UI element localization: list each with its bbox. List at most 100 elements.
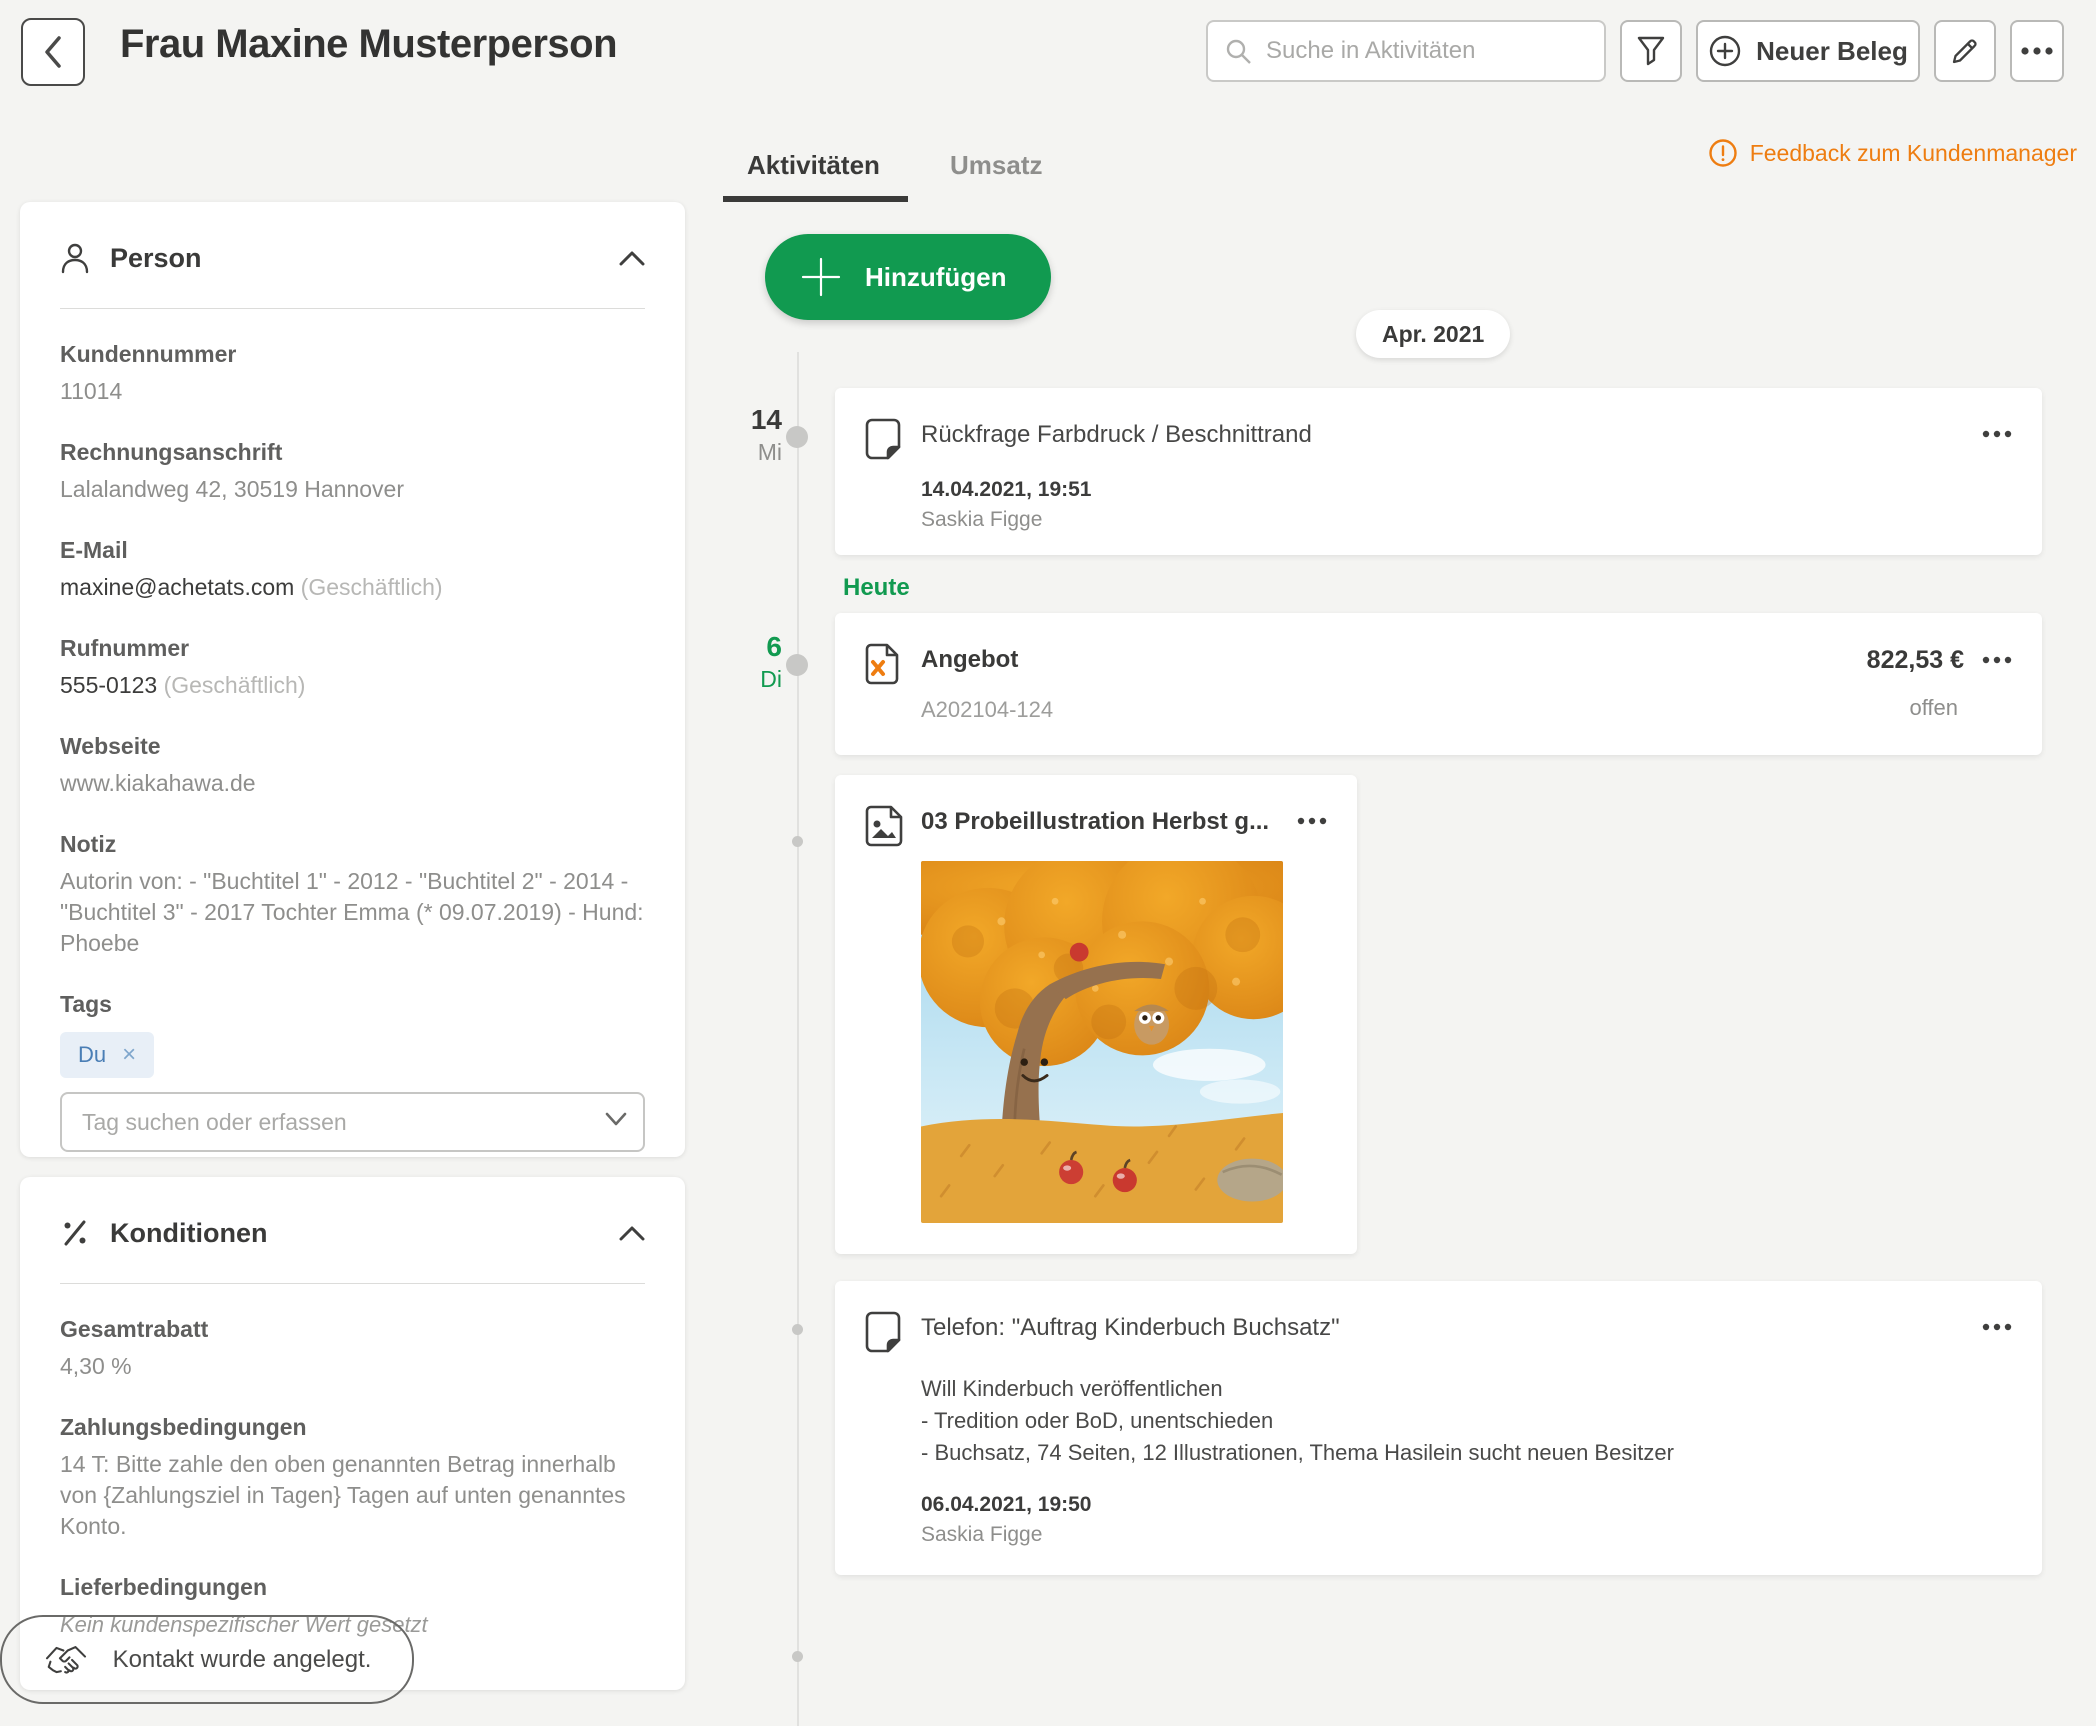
tag-chip-label: Du — [78, 1042, 106, 1068]
card-more-button[interactable] — [1982, 1309, 2012, 1331]
offer-status: offen — [1909, 695, 1958, 721]
chevron-down-icon[interactable] — [605, 1112, 627, 1126]
activity-card-offer[interactable]: Angebot A202104-124 822,53 € offen — [835, 613, 2042, 755]
offer-number: A202104-124 — [921, 697, 1851, 723]
field-value: 4,30 % — [60, 1351, 645, 1382]
activity-card-phone-note[interactable]: Telefon: "Auftrag Kinderbuch Buchsatz" W… — [835, 1281, 2042, 1575]
chevron-left-icon — [42, 35, 64, 69]
note-line: - Buchsatz, 74 Seiten, 12 Illustrationen… — [921, 1437, 2012, 1469]
field-value: 14 T: Bitte zahle den oben genannten Bet… — [60, 1449, 645, 1542]
offer-document-icon — [865, 641, 905, 727]
filter-button[interactable] — [1620, 20, 1682, 82]
timeline-dot — [786, 426, 808, 448]
person-card-header: Person — [20, 230, 685, 286]
timeline-line — [797, 352, 799, 1726]
field-label: Webseite — [60, 733, 645, 760]
activity-author: Saskia Figge — [921, 1523, 2012, 1547]
feedback-label: Feedback zum Kundenmanager — [1750, 140, 2077, 167]
illustration-thumbnail[interactable] — [921, 861, 1283, 1223]
pencil-icon — [1950, 36, 1980, 66]
more-options-icon — [2020, 46, 2054, 56]
person-icon — [60, 242, 90, 274]
person-card: Person Kundennummer 11014 Rechnungsansch… — [20, 202, 685, 1157]
page-title: Frau Maxine Musterperson — [120, 22, 617, 67]
activity-title: Telefon: "Auftrag Kinderbuch Buchsatz" — [921, 1309, 1340, 1347]
field-label: Rechnungsanschrift — [60, 439, 645, 466]
divider — [60, 1283, 645, 1284]
phone-type: (Geschäftlich) — [164, 672, 306, 698]
search-input[interactable] — [1264, 36, 1588, 66]
edit-button[interactable] — [1934, 20, 1996, 82]
field-label: E-Mail — [60, 537, 645, 564]
field-label: Rufnummer — [60, 635, 645, 662]
note-value: Autorin von: - "Buchtitel 1" - 2012 - "B… — [60, 866, 645, 959]
timeline-weekday: Di — [688, 664, 782, 694]
timeline-dot — [792, 836, 803, 847]
card-more-button[interactable] — [1982, 416, 2012, 438]
new-receipt-label: Neuer Beleg — [1756, 36, 1908, 67]
month-badge: Apr. 2021 — [1356, 310, 1510, 358]
note-field: Notiz Autorin von: - "Buchtitel 1" - 201… — [60, 831, 645, 959]
tab-revenue[interactable]: Umsatz — [950, 150, 1042, 181]
collapse-person-chevron-up-icon[interactable] — [619, 250, 645, 266]
field-value: Lalalandweg 42, 30519 Hannover — [60, 474, 645, 505]
person-card-title: Person — [110, 243, 202, 274]
timeline-weekday: Mi — [688, 437, 782, 467]
activity-card-note[interactable]: Rückfrage Farbdruck / Beschnittrand 14.0… — [835, 388, 2042, 555]
activity-search[interactable] — [1206, 20, 1606, 82]
percent-icon — [60, 1218, 90, 1248]
timeline-dot — [786, 654, 808, 676]
header-more-button[interactable] — [2010, 20, 2064, 82]
active-tab-underline — [723, 196, 908, 202]
field-value: 11014 — [60, 376, 645, 407]
activity-datetime: 14.04.2021, 19:51 — [921, 478, 2012, 502]
tags-field: Tags Du × — [60, 991, 645, 1152]
payment-terms-field: Zahlungsbedingungen 14 T: Bitte zahle de… — [60, 1414, 645, 1542]
customer-detail-page: Frau Maxine Musterperson Neuer Beleg Akt… — [0, 0, 2096, 1726]
tag-chip-du[interactable]: Du × — [60, 1032, 154, 1078]
exclamation-bubble-icon — [1708, 138, 1738, 168]
timeline-date-6: 6 Di — [688, 630, 782, 694]
website-field: Webseite www.kiakahawa.de — [60, 733, 645, 799]
remove-tag-icon[interactable]: × — [122, 1041, 136, 1069]
new-receipt-button[interactable]: Neuer Beleg — [1696, 20, 1920, 82]
email-field: E-Mail maxine@achetats.com (Geschäftlich… — [60, 537, 645, 603]
timeline-day: 6 — [688, 630, 782, 664]
website-value[interactable]: www.kiakahawa.de — [60, 768, 645, 799]
feedback-link[interactable]: Feedback zum Kundenmanager — [1708, 138, 2077, 168]
collapse-conditions-chevron-up-icon[interactable] — [619, 1225, 645, 1241]
note-line: - Tredition oder BoD, unentschieden — [921, 1405, 2012, 1437]
conditions-card-title: Konditionen — [110, 1218, 267, 1249]
back-button[interactable] — [21, 18, 85, 86]
field-label: Notiz — [60, 831, 645, 858]
timeline-dot — [792, 1651, 803, 1662]
conditions-card: Konditionen Gesamtrabatt 4,30 % Zahlungs… — [20, 1177, 685, 1690]
contact-created-label: Kontakt wurde angelegt. — [113, 1646, 372, 1674]
filter-icon — [1636, 35, 1666, 67]
add-activity-label: Hinzufügen — [865, 262, 1007, 293]
field-label: Kundennummer — [60, 341, 645, 368]
phone-value[interactable]: 555-0123 — [60, 672, 157, 698]
activity-title: Rückfrage Farbdruck / Beschnittrand — [921, 416, 1312, 454]
activity-card-image[interactable]: 03 Probeillustration Herbst g... — [835, 775, 1357, 1254]
plus-icon — [799, 255, 843, 299]
note-line: Will Kinderbuch veröffentlichen — [921, 1373, 2012, 1405]
offer-amount: 822,53 € — [1867, 641, 1964, 679]
field-label: Tags — [60, 991, 645, 1018]
activity-datetime: 06.04.2021, 19:50 — [921, 1493, 2012, 1517]
email-type: (Geschäftlich) — [301, 574, 443, 600]
add-activity-button[interactable]: Hinzufügen — [765, 234, 1051, 320]
card-more-button[interactable] — [1297, 803, 1327, 825]
offer-title: Angebot — [921, 641, 1851, 679]
contact-created-pill[interactable]: Kontakt wurde angelegt. — [0, 1615, 414, 1704]
customer-number-field: Kundennummer 11014 — [60, 341, 645, 407]
timeline-dot — [792, 1324, 803, 1335]
tab-activities[interactable]: Aktivitäten — [747, 150, 880, 181]
autumn-illustration — [921, 861, 1283, 1223]
email-value[interactable]: maxine@achetats.com — [60, 574, 294, 600]
timeline-day: 14 — [688, 403, 782, 437]
billing-address-field: Rechnungsanschrift Lalalandweg 42, 30519… — [60, 439, 645, 505]
tag-input[interactable] — [60, 1092, 645, 1152]
field-label: Gesamtrabatt — [60, 1316, 645, 1343]
card-more-button[interactable] — [1982, 656, 2012, 664]
